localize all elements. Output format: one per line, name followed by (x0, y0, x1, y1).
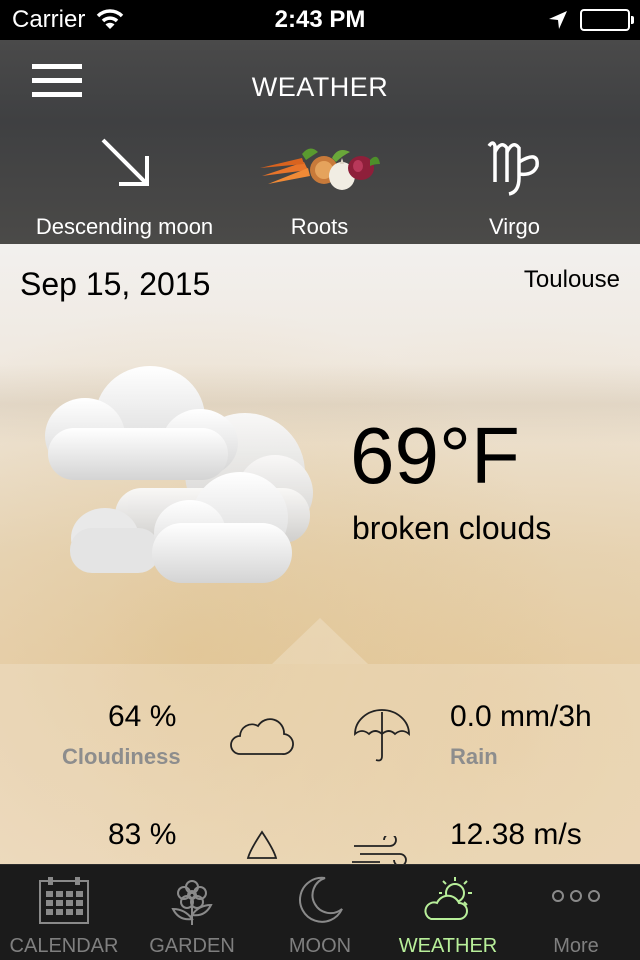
app-header: WEATHER Descending moon Roots Virgo (0, 40, 640, 244)
calendar-icon (38, 875, 90, 930)
descending-arrow-icon (95, 132, 155, 197)
location-arrow-icon (548, 10, 568, 35)
tab-bar: CALENDAR GARDEN MOON WEATHER More (0, 864, 640, 960)
battery-icon (580, 9, 634, 31)
status-bar: Carrier 2:43 PM (0, 0, 640, 40)
rain-label: Rain (450, 744, 498, 769)
day-type-label: Roots (290, 214, 349, 239)
broken-clouds-icon (40, 358, 320, 603)
tab-more-label: More (553, 935, 599, 957)
tab-moon-label: MOON (288, 935, 352, 957)
moon-phase-label: Descending moon (35, 214, 214, 239)
page-title: WEATHER (251, 72, 389, 102)
tab-garden-label: GARDEN (149, 935, 235, 957)
status-time: 2:43 PM (274, 6, 366, 33)
wind-value: 12.38 m/s (450, 818, 582, 851)
tab-weather-label: WEATHER (398, 935, 498, 957)
humidity-value: 83 % (108, 818, 177, 851)
forecast-date: Sep 15, 2015 (20, 266, 211, 302)
sun-cloud-icon (421, 875, 475, 930)
temperature: 69°F (350, 411, 520, 500)
rain-value: 0.0 mm/3h (450, 700, 592, 733)
cloudiness-label: Cloudiness (62, 744, 181, 769)
more-dots-icon (551, 889, 601, 908)
root-vegetables-icon (258, 140, 382, 199)
cloudiness-value: 64 % (108, 700, 177, 733)
weather-description: broken clouds (352, 510, 552, 546)
details-notch (272, 618, 368, 664)
zodiac-label: Virgo (489, 214, 540, 239)
umbrella-icon (352, 708, 412, 769)
virgo-sign-icon (483, 132, 547, 201)
tab-moon[interactable]: MOON (256, 865, 384, 960)
tab-calendar[interactable]: CALENDAR (0, 865, 128, 960)
tab-more[interactable]: More (512, 865, 640, 960)
flower-icon (167, 875, 217, 932)
city-name[interactable]: Toulouse (524, 266, 620, 294)
tab-weather[interactable]: WEATHER (384, 865, 512, 960)
tab-calendar-label: CALENDAR (9, 935, 119, 957)
cloud-icon (226, 714, 294, 763)
weather-details-panel: 64 % Cloudiness 0.0 mm/3h Rain 83 % 12.3… (0, 664, 640, 867)
tab-garden[interactable]: GARDEN (128, 865, 256, 960)
crescent-moon-icon (295, 875, 345, 930)
